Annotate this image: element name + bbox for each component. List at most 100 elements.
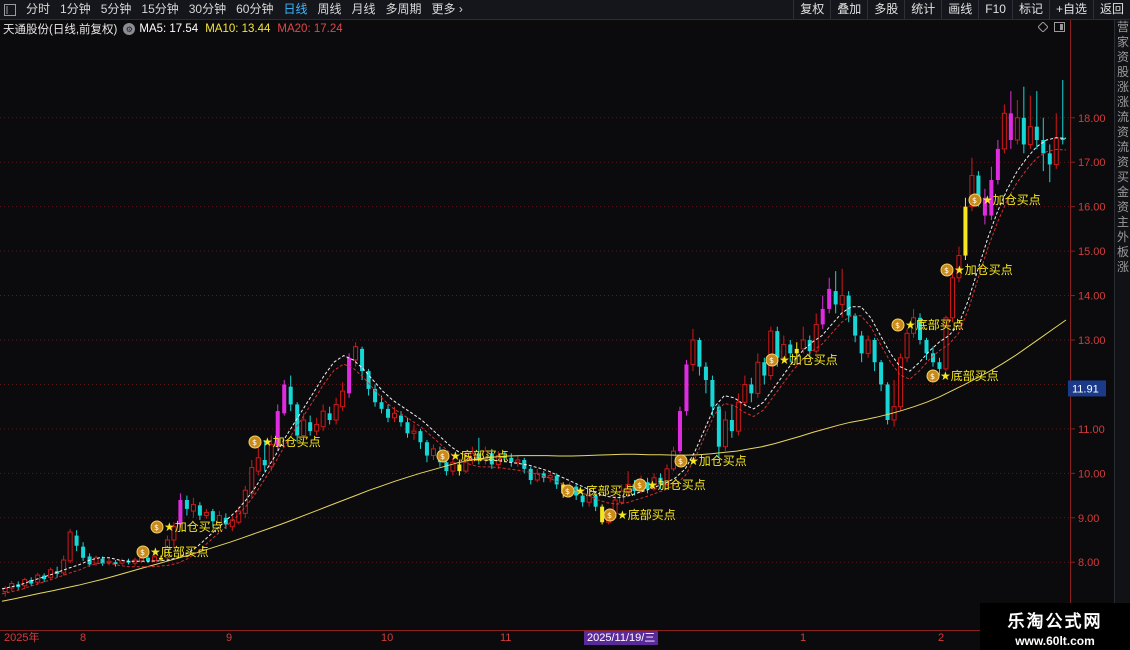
side-tab-char[interactable]: 家 — [1115, 35, 1130, 50]
candle-body — [9, 583, 15, 589]
candle-body — [48, 569, 54, 578]
side-tab-char[interactable]: 流 — [1115, 140, 1130, 155]
toolbar-button-6[interactable]: 标记 — [1011, 0, 1049, 19]
side-tab-char[interactable]: 涨 — [1115, 260, 1130, 275]
price-tick-label: 8.00 — [1078, 557, 1099, 569]
price-tick-label: 14.00 — [1078, 291, 1106, 303]
window-toggle-icon[interactable] — [1054, 22, 1065, 32]
toolbar-button-8[interactable]: 返回 — [1092, 0, 1130, 19]
toolbar-button-7[interactable]: +自选 — [1048, 0, 1093, 19]
period-tab-7[interactable]: 周线 — [312, 0, 346, 19]
candle-body — [710, 380, 715, 407]
toolbar-button-0[interactable]: 复权 — [793, 0, 830, 19]
signal-label: ★加仓买点 — [779, 353, 838, 367]
moneybag-symbol: $ — [252, 438, 257, 447]
candlestick-chart[interactable]: 18.0017.0016.0015.0014.0013.0012.0011.00… — [0, 20, 1114, 632]
candle-body — [242, 489, 248, 514]
candle-body — [119, 560, 125, 564]
watermark-title: 乐淘公式网 — [1007, 612, 1103, 632]
side-tab-char[interactable]: 金 — [1115, 185, 1130, 200]
date-label: 10 — [381, 632, 394, 644]
toolbar-button-4[interactable]: 画线 — [941, 0, 978, 19]
candle-body — [190, 503, 196, 512]
candle-body — [800, 339, 806, 350]
candle-body — [379, 402, 384, 409]
candle-body — [457, 464, 462, 472]
signal-label: ★加仓买点 — [982, 193, 1041, 207]
side-tab-char[interactable]: 主 — [1115, 215, 1130, 230]
side-tab-char[interactable]: 资 — [1115, 50, 1130, 65]
toolbar-button-1[interactable]: 叠加 — [830, 0, 867, 19]
period-tab-6[interactable]: 日线 — [278, 0, 312, 19]
toolbar-button-5[interactable]: F10 — [978, 0, 1012, 19]
signal-label: ★底部买点 — [940, 368, 999, 383]
candle-body — [930, 353, 936, 363]
date-axis: 2025年 8 9 10 11 1 2 2025/11/19/三 — [0, 630, 1000, 646]
candle-body — [515, 459, 521, 463]
signal-label: ★底部买点 — [905, 317, 964, 332]
candle-body — [1047, 153, 1052, 165]
side-tab-char[interactable]: 涨 — [1115, 80, 1130, 95]
candle-body — [872, 340, 877, 363]
period-tab-5[interactable]: 60分钟 — [231, 0, 278, 19]
price-tick-label: 13.00 — [1078, 335, 1106, 347]
side-tab-char[interactable]: 涨 — [1115, 95, 1130, 110]
period-tab-3[interactable]: 15分钟 — [136, 0, 183, 19]
moneybag-icon: $ — [891, 318, 905, 332]
watermark-url: www.60lt.com — [1015, 634, 1095, 648]
side-tab-char[interactable]: 板 — [1115, 245, 1130, 260]
side-tab-char[interactable]: 资 — [1115, 200, 1130, 215]
candle-body — [314, 423, 320, 432]
candle-body — [697, 340, 702, 367]
period-tab-4[interactable]: 30分钟 — [184, 0, 231, 19]
candle-body — [827, 288, 832, 309]
side-tab-char[interactable]: 外 — [1115, 230, 1130, 245]
side-tab-char[interactable]: 流 — [1115, 110, 1130, 125]
candle-body — [74, 535, 79, 546]
candle-body — [1001, 112, 1007, 150]
moneybag-icon: $ — [436, 449, 450, 463]
period-tab-0[interactable]: 分时 — [21, 0, 55, 19]
toolbar-button-2[interactable]: 多股 — [867, 0, 904, 19]
price-tick-label: 15.00 — [1078, 246, 1106, 258]
candle-body — [22, 579, 28, 587]
candle-body — [839, 295, 845, 305]
candle-body — [1034, 126, 1039, 140]
candle-body — [846, 295, 851, 316]
side-tab-char[interactable]: 资 — [1115, 155, 1130, 170]
period-tab-8[interactable]: 月线 — [347, 0, 381, 19]
candle-body — [81, 546, 86, 558]
candle-body — [788, 344, 793, 354]
side-tab-char[interactable]: 买 — [1115, 170, 1130, 185]
side-tab-char[interactable]: 股 — [1115, 65, 1130, 80]
moneybag-symbol: $ — [637, 481, 642, 490]
period-tab-9[interactable]: 多周期 — [381, 0, 427, 19]
candle-body — [386, 408, 391, 418]
period-tab-2[interactable]: 5分钟 — [96, 0, 137, 19]
moneybag-icon: $ — [561, 484, 575, 498]
side-tab-char[interactable]: 营 — [1115, 20, 1130, 35]
period-tab-10[interactable]: 更多 › — [427, 0, 468, 19]
moneybag-icon: $ — [765, 353, 779, 367]
candle-body — [716, 406, 721, 447]
candle-body — [528, 468, 533, 480]
ma5-line — [1, 137, 1067, 590]
menu-icon[interactable] — [3, 3, 17, 17]
candle-body — [509, 457, 514, 463]
candle-body — [106, 560, 112, 564]
candle-body — [320, 410, 326, 428]
candle-body — [768, 330, 774, 377]
period-tab-1[interactable]: 1分钟 — [55, 0, 96, 19]
diamond-icon[interactable] — [1038, 22, 1048, 32]
candle-body — [430, 448, 436, 457]
toolbar-button-3[interactable]: 统计 — [904, 0, 941, 19]
signal-label: ★加仓买点 — [647, 478, 706, 492]
side-tab-char[interactable]: 资 — [1115, 125, 1130, 140]
moneybag-symbol: $ — [678, 457, 683, 466]
moneybag-icon: $ — [633, 478, 647, 492]
candle-body — [1014, 117, 1020, 141]
candle-body — [865, 339, 871, 354]
candle-body — [353, 346, 359, 361]
candle-body — [418, 431, 423, 443]
moneybag-icon: $ — [674, 454, 688, 468]
